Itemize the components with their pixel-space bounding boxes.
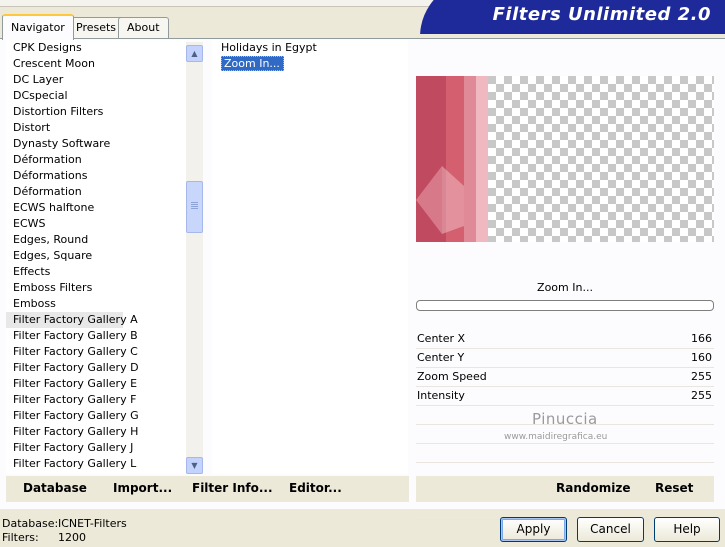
category-item[interactable]: Filter Factory Gallery F bbox=[6, 392, 186, 408]
preview-arrow-graphic bbox=[416, 166, 464, 234]
database-label: Database: bbox=[2, 517, 59, 530]
help-button[interactable]: Help bbox=[654, 517, 720, 542]
category-item[interactable]: Dynasty Software bbox=[6, 136, 186, 152]
category-item[interactable]: Filter Factory Gallery B bbox=[6, 328, 186, 344]
app-banner: Filters Unlimited 2.0 bbox=[420, 0, 725, 34]
category-item[interactable]: Distort bbox=[6, 120, 186, 136]
param-label: Zoom Speed bbox=[417, 370, 487, 383]
filter-item-label: Holidays in Egypt bbox=[221, 41, 317, 54]
right-toolbar: Randomize Reset bbox=[416, 476, 714, 502]
filters-count-value: 1200 bbox=[58, 531, 86, 544]
param-label: Intensity bbox=[417, 389, 465, 402]
category-item[interactable]: DCspecial bbox=[6, 88, 186, 104]
filter-info-button[interactable]: Filter Info... bbox=[192, 481, 273, 495]
param-center-y[interactable]: Center Y 160 bbox=[416, 349, 714, 368]
import-button[interactable]: Import... bbox=[113, 481, 172, 495]
category-item[interactable]: Edges, Round bbox=[6, 232, 186, 248]
scroll-thumb[interactable] bbox=[186, 181, 203, 233]
param-label: Center X bbox=[417, 332, 466, 345]
category-item[interactable]: Filter Factory Gallery E bbox=[6, 376, 186, 392]
watermark-name: Pinuccia bbox=[532, 410, 598, 428]
category-item[interactable]: CPK Designs bbox=[6, 40, 186, 56]
category-item[interactable]: Filter Factory Gallery H bbox=[6, 424, 186, 440]
category-item[interactable]: Edges, Square bbox=[6, 248, 186, 264]
reset-button[interactable]: Reset bbox=[655, 481, 693, 495]
category-scrollbar[interactable]: ▲ ▼ bbox=[186, 42, 203, 474]
database-value: ICNET-Filters bbox=[58, 517, 127, 530]
param-value: 255 bbox=[691, 370, 712, 383]
filter-item[interactable]: Zoom In... bbox=[212, 56, 408, 72]
param-value: 166 bbox=[691, 332, 712, 345]
filters-count-label: Filters: bbox=[2, 531, 39, 544]
left-toolbar: Database Import... Filter Info... Editor… bbox=[6, 476, 409, 502]
scroll-down-button[interactable]: ▼ bbox=[186, 457, 203, 474]
apply-button[interactable]: Apply bbox=[500, 517, 567, 542]
tab-bar: Navigator Presets About bbox=[0, 14, 420, 40]
database-info: Database:ICNET-Filters Filters: 1200 bbox=[2, 517, 127, 545]
preview-image bbox=[416, 76, 714, 242]
category-item[interactable]: ECWS bbox=[6, 216, 186, 232]
category-item[interactable]: Filter Factory Gallery A bbox=[6, 312, 138, 328]
category-item[interactable]: DC Layer bbox=[6, 72, 186, 88]
category-item[interactable]: Filter Factory Gallery D bbox=[6, 360, 186, 376]
category-item[interactable]: Filter Factory Gallery L bbox=[6, 456, 186, 472]
selected-filter-name: Zoom In... bbox=[537, 281, 593, 294]
category-item[interactable]: Crescent Moon bbox=[6, 56, 186, 72]
category-item[interactable]: Filter Factory Gallery G bbox=[6, 408, 186, 424]
filter-list[interactable]: Holidays in Egypt Zoom In... bbox=[212, 40, 408, 474]
param-center-x[interactable]: Center X 166 bbox=[416, 330, 714, 349]
category-item[interactable]: Filter Factory Gallery J bbox=[6, 440, 186, 456]
randomize-button[interactable]: Randomize bbox=[556, 481, 630, 495]
scroll-up-button[interactable]: ▲ bbox=[186, 45, 203, 62]
category-item[interactable]: Déformations bbox=[6, 168, 186, 184]
progress-bar bbox=[416, 300, 714, 311]
filter-item[interactable]: Holidays in Egypt bbox=[212, 40, 408, 56]
cancel-button[interactable]: Cancel bbox=[577, 517, 644, 542]
category-list[interactable]: CPK Designs Crescent Moon DC Layer DCspecia… bbox=[6, 40, 186, 474]
app-title: Filters Unlimited 2.0 bbox=[492, 4, 711, 25]
tab-about[interactable]: About bbox=[118, 17, 169, 38]
category-item[interactable]: Déformation bbox=[6, 184, 186, 200]
param-intensity[interactable]: Intensity 255 bbox=[416, 387, 714, 406]
category-item[interactable]: Emboss Filters bbox=[6, 280, 186, 296]
category-item[interactable]: Emboss bbox=[6, 296, 186, 312]
watermark-url: www.maidiregrafica.eu bbox=[504, 432, 608, 442]
editor-button[interactable]: Editor... bbox=[289, 481, 342, 495]
param-value: 255 bbox=[691, 389, 712, 402]
param-zoom-speed[interactable]: Zoom Speed 255 bbox=[416, 368, 714, 387]
database-button[interactable]: Database bbox=[23, 481, 87, 495]
category-item[interactable]: ECWS halftone bbox=[6, 200, 186, 216]
filter-item-label: Zoom In... bbox=[221, 56, 284, 71]
tab-navigator[interactable]: Navigator bbox=[2, 14, 74, 40]
param-value: 160 bbox=[691, 351, 712, 364]
param-empty-row bbox=[416, 444, 714, 463]
param-label: Center Y bbox=[417, 351, 465, 364]
tab-presets[interactable]: Presets bbox=[67, 17, 126, 38]
category-item[interactable]: Effects bbox=[6, 264, 186, 280]
category-item[interactable]: Filter Factory Gallery C bbox=[6, 344, 186, 360]
category-item[interactable]: Déformation bbox=[6, 152, 186, 168]
category-item[interactable]: Distortion Filters bbox=[6, 104, 186, 120]
